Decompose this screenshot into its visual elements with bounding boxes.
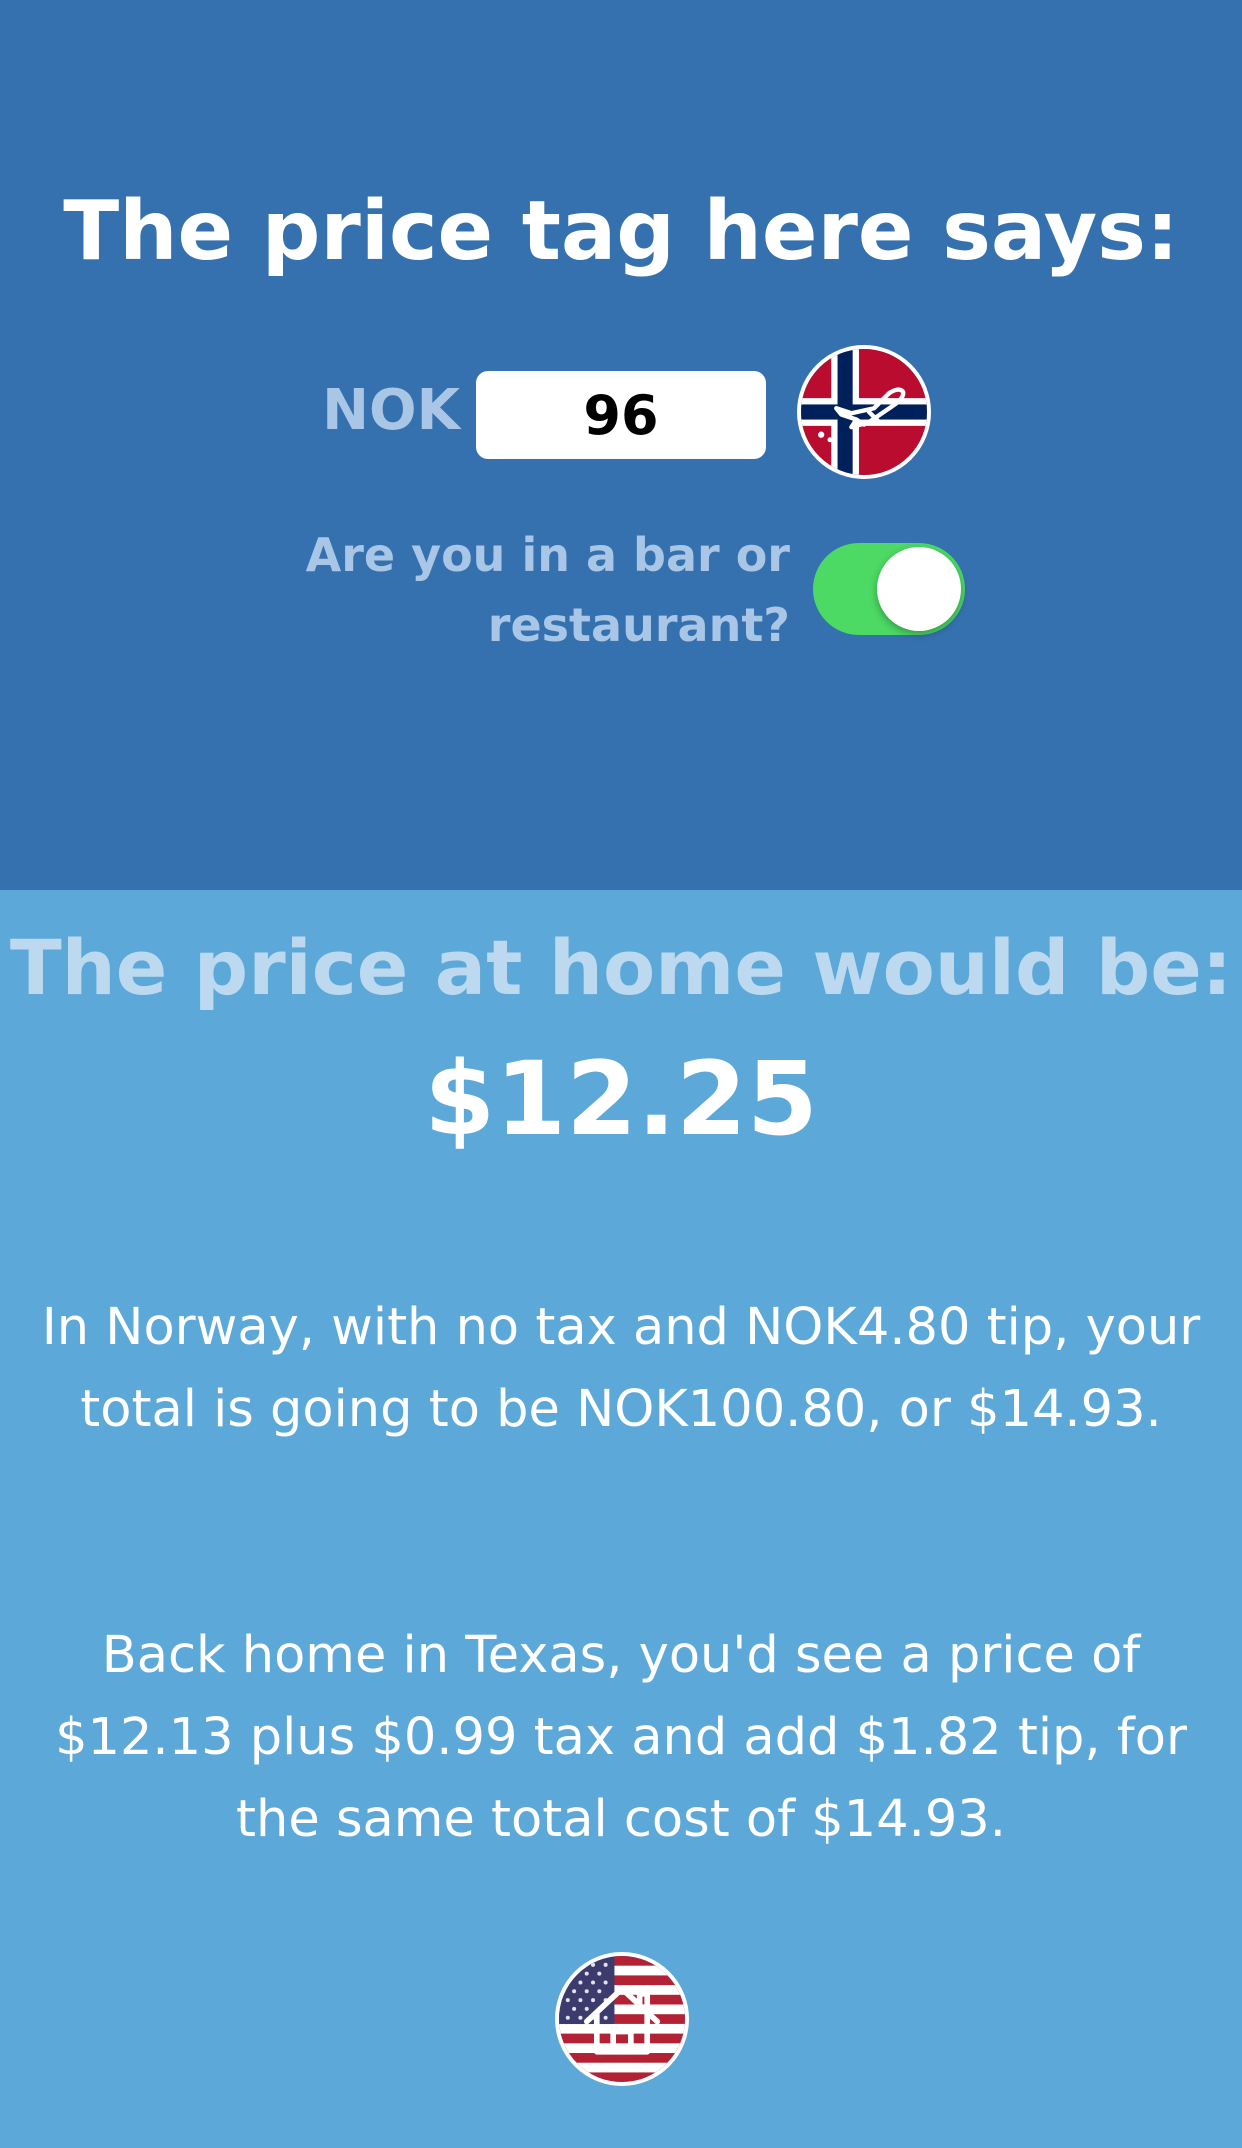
- home-price-title: The price at home would be:: [9, 923, 1233, 1012]
- foreign-price-panel: The price tag here says: NOK Are you in …: [0, 0, 1242, 890]
- bar-restaurant-question: Are you in a bar or restaurant?: [305, 528, 790, 652]
- price-input[interactable]: [476, 371, 766, 459]
- home-price-value: $12.25: [424, 1040, 818, 1159]
- bar-restaurant-toggle[interactable]: [813, 543, 965, 635]
- foreign-price-title: The price tag here says:: [63, 184, 1179, 279]
- usa-flag-house-icon: [559, 1956, 685, 2082]
- norway-total-summary: In Norway, with no tax and NOK4.80 tip, …: [41, 1298, 1201, 1439]
- home-country-button[interactable]: [555, 1952, 689, 2086]
- currency-code-label: NOK: [322, 378, 460, 443]
- norway-flag-airplane-icon: [801, 349, 927, 475]
- home-total-summary: Back home in Texas, you'd see a price of…: [55, 1626, 1187, 1849]
- toggle-knob: [877, 547, 961, 631]
- destination-flag-button[interactable]: [797, 345, 931, 479]
